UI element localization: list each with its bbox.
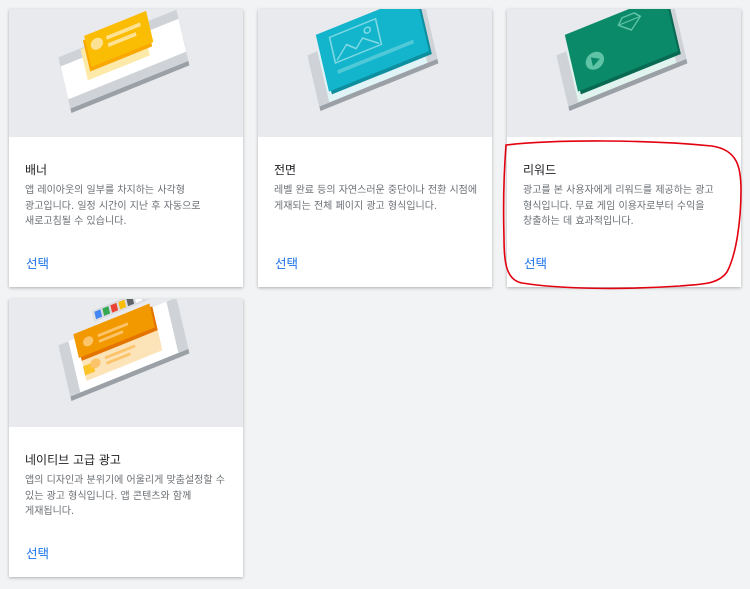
native-illustration bbox=[9, 299, 243, 427]
phone-interstitial-icon bbox=[307, 9, 439, 112]
select-button[interactable]: 선택 bbox=[18, 253, 57, 272]
card-title: 네이티브 고급 광고 bbox=[25, 453, 121, 467]
select-button[interactable]: 선택 bbox=[267, 253, 306, 272]
banner-illustration bbox=[9, 9, 243, 137]
select-button[interactable]: 선택 bbox=[18, 543, 57, 562]
ad-format-card-interstitial[interactable]: 전면 레벨 완료 등의 자연스러운 중단이나 전환 시점에 게재되는 전체 페이… bbox=[258, 9, 492, 287]
ad-format-card-rewarded[interactable]: 리워드 광고를 본 사용자에게 리워드를 제공하는 광고 형식입니다. 무료 게… bbox=[507, 9, 741, 287]
ad-format-card-native[interactable]: 네이티브 고급 광고 앱의 디자인과 분위기에 어울리게 맞춤설정할 수 있는 … bbox=[9, 299, 243, 577]
ad-format-card-banner[interactable]: 배너 앱 레이아웃의 일부를 차지하는 사각형 광고입니다. 일정 시간이 지난… bbox=[9, 9, 243, 287]
card-description: 레벨 완료 등의 자연스러운 중단이나 전환 시점에 게재되는 전체 페이지 광… bbox=[274, 185, 478, 212]
card-title: 리워드 bbox=[523, 163, 557, 177]
interstitial-illustration bbox=[258, 9, 492, 137]
phone-rewarded-icon bbox=[556, 9, 688, 112]
card-description: 앱의 디자인과 분위기에 어울리게 맞춤설정할 수 있는 광고 형식입니다. 앱… bbox=[25, 475, 225, 517]
phone-native-icon bbox=[58, 299, 190, 402]
card-description: 앱 레이아웃의 일부를 차지하는 사각형 광고입니다. 일정 시간이 지난 후 … bbox=[25, 185, 201, 227]
rewarded-illustration bbox=[507, 9, 741, 137]
card-title: 배너 bbox=[25, 163, 48, 177]
phone-banner-icon bbox=[58, 9, 190, 114]
select-button[interactable]: 선택 bbox=[516, 253, 555, 272]
card-title: 전면 bbox=[274, 163, 297, 177]
card-description: 광고를 본 사용자에게 리워드를 제공하는 광고 형식입니다. 무료 게임 이용… bbox=[523, 185, 714, 227]
